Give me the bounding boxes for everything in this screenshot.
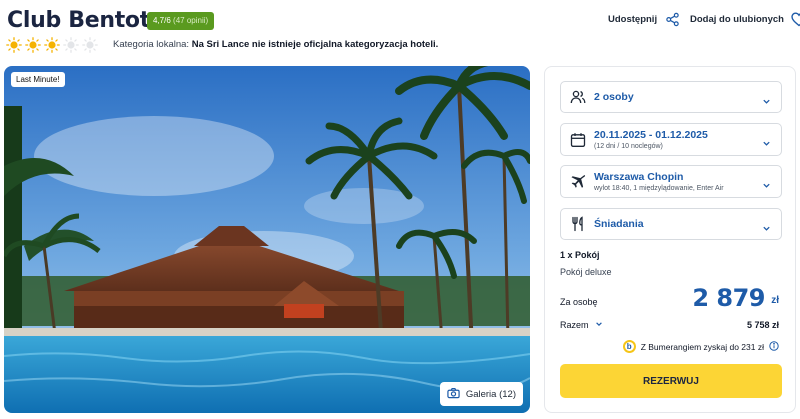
- camera-icon: [447, 387, 460, 402]
- info-icon[interactable]: [769, 340, 779, 353]
- bumerang-logo-icon: b: [622, 340, 636, 353]
- local-category: Kategoria lokalna: Na Sri Lance nie istn…: [113, 39, 438, 50]
- sun-empty-icon: [63, 37, 79, 53]
- booking-panel: 2 osoby 20.11.2025 - 01.12.2025 (12 dni …: [544, 66, 796, 413]
- hotel-header: Club Bentota 4,7/6 (47 opinii) Kategoria…: [0, 0, 800, 60]
- last-minute-badge: Last Minute!: [11, 72, 65, 87]
- hotel-photo-image: [4, 66, 530, 413]
- board-value: Śniadania: [594, 218, 644, 230]
- departure-select[interactable]: Warszawa Chopin wylot 18:40, 1 międzyląd…: [560, 165, 782, 198]
- people-icon: [570, 89, 586, 105]
- total-label: Razem: [560, 320, 589, 330]
- chevron-down-icon: [762, 177, 771, 188]
- board-select[interactable]: Śniadania: [560, 208, 782, 240]
- share-label: Udostępnij: [608, 14, 658, 25]
- category-suns: [6, 37, 98, 53]
- hotel-page: Club Bentota 4,7/6 (47 opinii) Kategoria…: [0, 0, 800, 419]
- category-label: Kategoria lokalna:: [113, 39, 190, 50]
- category-note: Na Sri Lance nie istnieje oficjalna kate…: [191, 39, 439, 50]
- price-currency: zł: [771, 295, 779, 306]
- rating-reviews: (47 opinii): [173, 16, 209, 25]
- favorite-label: Dodaj do ulubionych: [690, 14, 784, 25]
- share-icon: [665, 12, 680, 27]
- per-person-label: Za osobę: [560, 297, 598, 307]
- chevron-down-icon: [595, 320, 603, 330]
- hotel-photo[interactable]: Last Minute! Galeria (12): [4, 66, 530, 413]
- sun-empty-icon: [82, 37, 98, 53]
- sun-icon: [25, 37, 41, 53]
- favorite-button[interactable]: Dodaj do ulubionych: [690, 12, 800, 27]
- heart-icon: [791, 12, 800, 27]
- share-button[interactable]: Udostępnij: [608, 12, 680, 27]
- guests-value: 2 osoby: [594, 91, 634, 103]
- rating-badge[interactable]: 4,7/6 (47 opinii): [147, 12, 215, 30]
- sun-icon: [44, 37, 60, 53]
- chevron-down-icon: [762, 135, 771, 146]
- dates-value: 20.11.2025 - 01.12.2025: [594, 129, 708, 141]
- gallery-button[interactable]: Galeria (12): [439, 382, 523, 406]
- chevron-down-icon: [762, 93, 771, 104]
- airplane-icon: [570, 174, 586, 190]
- fork-knife-icon: [570, 216, 586, 232]
- departure-sub: wylot 18:40, 1 międzylądowanie, Enter Ai…: [594, 185, 724, 192]
- total-value: 5 758 zł: [746, 320, 779, 330]
- calendar-icon: [570, 132, 586, 148]
- total-toggle[interactable]: Razem: [560, 320, 603, 330]
- room-type: Pokój deluxe: [560, 267, 612, 277]
- price-per-person: 2 879: [692, 284, 765, 312]
- bumerang-promo: b Z Bumerangiem zyskaj do 231 zł: [622, 340, 779, 353]
- departure-value: Warszawa Chopin: [594, 171, 684, 183]
- gallery-label: Galeria (12): [465, 388, 516, 400]
- sun-icon: [6, 37, 22, 53]
- reserve-button[interactable]: REZERWUJ: [560, 364, 782, 398]
- guests-select[interactable]: 2 osoby: [560, 81, 782, 113]
- room-count: 1 x Pokój: [560, 250, 600, 260]
- bumerang-text: Z Bumerangiem zyskaj do 231 zł: [640, 341, 764, 352]
- hotel-title: Club Bentota: [7, 8, 165, 33]
- dates-select[interactable]: 20.11.2025 - 01.12.2025 (12 dni / 10 noc…: [560, 123, 782, 156]
- dates-sub: (12 dni / 10 noclegów): [594, 143, 663, 150]
- rating-score: 4,7/6: [153, 16, 171, 25]
- chevron-down-icon: [762, 220, 771, 231]
